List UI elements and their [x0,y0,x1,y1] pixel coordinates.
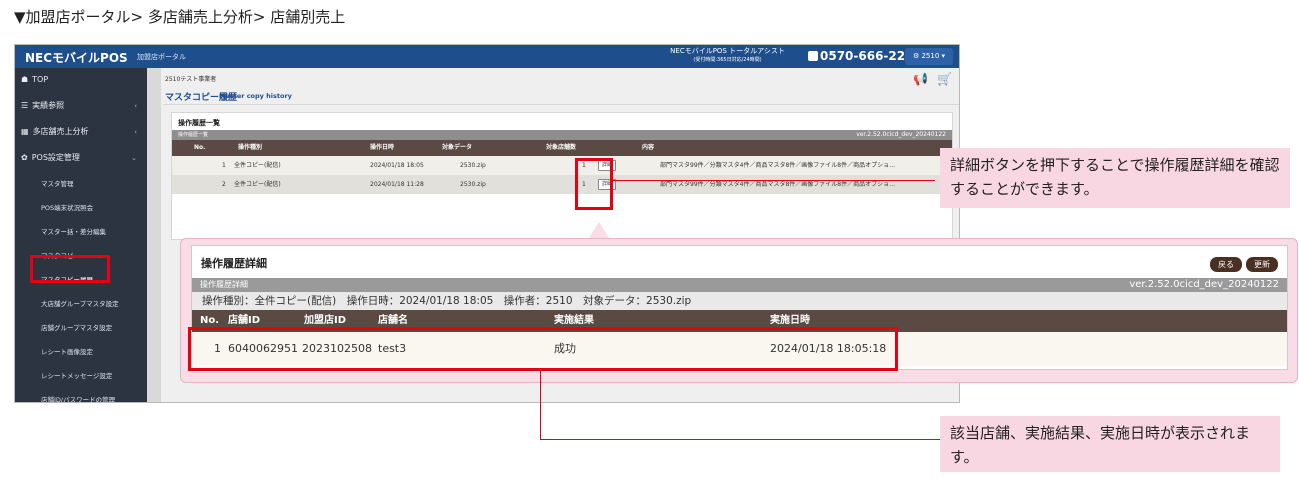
sidebar-item-label: POS設定管理 [31,153,80,162]
phone-number: 0570-666-221 [820,49,914,63]
row-data: 2530.zip [460,162,486,169]
sidebar-item-label: 多店舗売上分析 [32,127,89,136]
row-no: 2 [222,181,226,188]
refresh-button[interactable]: 更新 [1246,257,1278,272]
sidebar-item[interactable]: ☗ TOP [15,68,147,92]
row-content: 部門マスタ99件／分類マスタ4件／商品マスタ8件／画像ファイル8件／商品オプショ… [660,162,896,169]
portal-label: 加盟店ポータル [137,53,186,61]
sidebar-item-icon: ▦ [21,127,29,136]
table-row: 1 全件コピー(配信) 2024/01/18 18:05 2530.zip 1 … [172,156,952,175]
callout-connector [613,180,935,181]
row-content: 部門マスタ99件／分類マスタ4件／商品マスタ8件／画像ファイル8件／商品オプショ… [660,181,896,188]
megaphone-icon[interactable]: 📢 [913,72,928,86]
sidebar-subitem[interactable]: マスター括・差分編集 [15,220,147,244]
top-bar: NECモバイルPOS 加盟店ポータル NECモバイルPOS トータルアシスト (… [15,45,959,68]
popup-pointer [589,222,609,238]
chevron-icon: ‹ [134,102,137,110]
column-header: 対象データ [442,144,473,151]
callout-result: 該当店舗、実施結果、実施日時が表示されます。 [940,416,1280,472]
sidebar-item-label: 実績参照 [32,101,65,110]
version-label: ver.2.52.0cicd_dev_20240122 [856,131,946,138]
sidebar-scrollbar[interactable] [147,68,161,402]
callout-connector [540,439,940,440]
title-divider [163,104,959,105]
column-header: 内容 [642,144,655,151]
user-menu-button[interactable]: ⚙ 2510 ▾ [905,48,953,65]
popup-header-bar: 操作履歴詳細 ver.2.52.0cicd_dev_20240122 [192,278,1287,292]
popup-title: 操作履歴詳細 [201,257,267,270]
chevron-icon: ⌄ [131,154,137,162]
sidebar-item[interactable]: ☰ 実績参照 ‹ [15,94,147,118]
chevron-icon: ‹ [134,128,137,136]
sidebar-item[interactable]: ▦ 多店舗売上分析 ‹ [15,120,147,144]
sidebar-subitem[interactable]: レシートメッセージ設定 [15,364,147,388]
support-hours: (受付時間:365日対応/24時間) [693,57,762,63]
panel-title: 操作履歴一覧 [178,119,220,127]
column-header: No. [194,144,206,151]
sidebar-item[interactable]: ✿ POS設定管理 ⌄ [15,146,147,170]
support-info: NECモバイルPOS トータルアシスト (受付時間:365日対応/24時間) [655,47,800,65]
table-header: No. 操作種別 操作日時 対象データ 対象店舗数 内容 [172,140,952,156]
highlight-result-row [188,327,898,371]
highlight-detail-buttons [575,158,613,210]
row-no: 1 [222,162,226,169]
history-panel: 操作履歴一覧 操作履歴一覧 ver.2.52.0cicd_dev_2024012… [171,112,953,240]
operation-info-text: 操作種別：全件コピー(配信) 操作日時：2024/01/18 18:05 操作者… [202,295,692,307]
back-button[interactable]: 戻る [1210,257,1242,272]
page-title-english: Master copy history [219,92,292,100]
column-header: 操作日時 [370,144,395,151]
sidebar: ☗ TOP ☰ 実績参照 ‹ ▦ 多店舗売上分析 ‹ ✿ POS設定管理 ⌄ マスタ管理 POS端末状況… [15,68,147,402]
sidebar-item-icon: ☰ [21,101,29,110]
sidebar-subitem[interactable]: POS端末状況照会 [15,196,147,220]
cart-icon[interactable]: 🛒 [937,72,952,86]
panel-header-bar: 操作履歴一覧 ver.2.52.0cicd_dev_20240122 [172,130,952,140]
row-datetime: 2024/01/18 11:28 [370,181,424,188]
row-datetime: 2024/01/18 18:05 [370,162,424,169]
callout-connector-vertical [540,371,541,439]
sidebar-subitem[interactable]: マスタ管理 [15,172,147,196]
highlight-sidebar-item [30,255,110,283]
sidebar-item-label: TOP [32,75,49,84]
panel-bar-label: 操作履歴一覧 [178,132,209,138]
popup-version-label: ver.2.52.0cicd_dev_20240122 [1129,279,1279,290]
column-header: 操作種別 [238,144,263,151]
breadcrumb: 2510テスト事業者 [165,76,217,83]
popup-bar-label: 操作履歴詳細 [200,280,248,289]
brand-logo[interactable]: NECモバイルPOS [25,49,128,66]
sidebar-item-icon: ☗ [21,75,29,84]
row-data: 2530.zip [460,181,486,188]
row-type: 全件コピー(配信) [234,181,281,188]
sidebar-subitem[interactable]: レシート画像設定 [15,340,147,364]
sidebar-subitem[interactable]: 大店舗グループマスタ設定 [15,292,147,316]
page-heading: ▼加盟店ポータル> 多店舗売上分析> 店舗別売上 [14,8,346,26]
table-row: 2 全件コピー(配信) 2024/01/18 11:28 2530.zip 1 … [172,175,952,194]
column-header: 対象店舗数 [546,144,577,151]
callout-detail-button: 詳細ボタンを押下することで操作履歴詳細を確認することができます。 [940,148,1290,208]
sidebar-subitem[interactable]: 店舗ID/パスワードの管理 [15,388,147,402]
sidebar-item-icon: ✿ [21,153,28,162]
row-type: 全件コピー(配信) [234,162,281,169]
support-phone: 0570-666-221 [808,49,913,63]
phone-icon [808,51,818,61]
operation-info: 操作種別：全件コピー(配信) 操作日時：2024/01/18 18:05 操作者… [192,292,1287,310]
sidebar-subitem[interactable]: 店舗グループマスタ設定 [15,316,147,340]
support-title: NECモバイルPOS トータルアシスト [670,47,785,55]
